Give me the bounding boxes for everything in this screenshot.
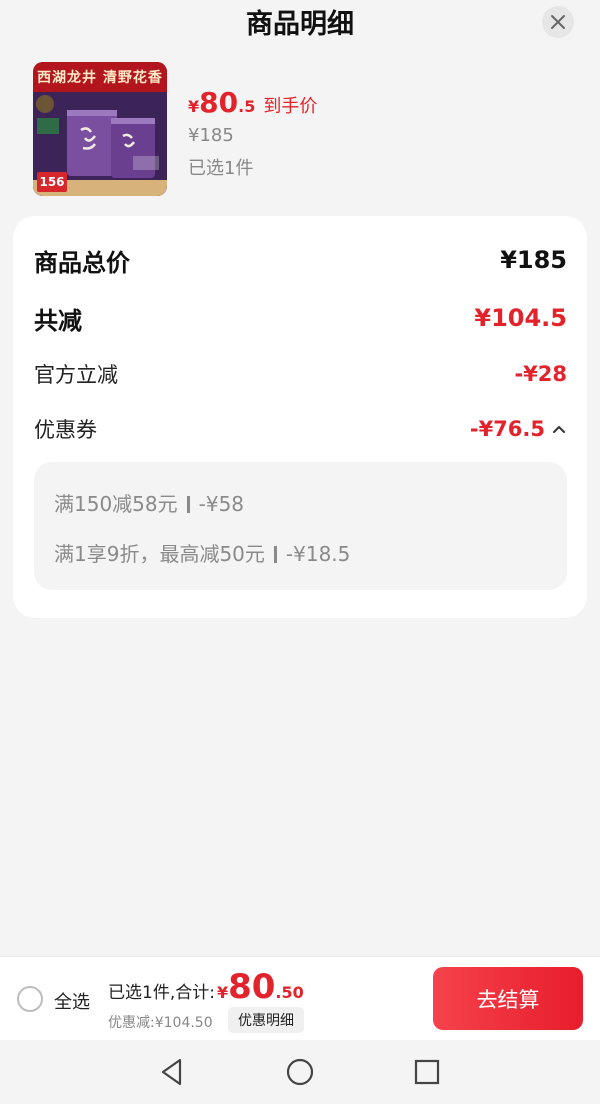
coupon-value: -¥76.5 — [469, 417, 545, 441]
order-summary: 已选1件,合计: ¥ 80 .50 — [108, 967, 304, 1007]
discount-detail-button[interactable]: 优惠明细 — [228, 1007, 304, 1033]
reduce-row: 共减 ¥104.5 — [34, 298, 567, 338]
sum-integer: 80 — [228, 967, 276, 1007]
coupon-amount: -¥18.5 — [285, 542, 351, 566]
home-button[interactable] — [284, 1056, 316, 1088]
coupon-rule: 满150减58元 — [54, 492, 178, 516]
recents-square-icon — [414, 1059, 440, 1085]
coupon-amount: -¥58 — [198, 492, 245, 516]
product-thumbnail[interactable]: 西湖龙井 清野花香 156 — [33, 62, 167, 196]
product-thumb-banner: 西湖龙井 清野花香 — [33, 62, 167, 92]
product-thumb-tag: 156 — [37, 172, 67, 192]
price-symbol: ¥ — [188, 97, 200, 116]
page-title: 商品明细 — [246, 9, 354, 40]
price-decimal: .5 — [238, 97, 256, 116]
coupon-row[interactable]: 优惠券 -¥76.5 — [34, 411, 567, 447]
select-all-checkbox[interactable] — [17, 986, 43, 1012]
price-integer: 80 — [199, 86, 239, 119]
total-row: 商品总价 ¥185 — [34, 240, 567, 280]
close-button[interactable] — [542, 6, 574, 38]
header: 商品明细 — [0, 0, 600, 44]
reduce-label: 共减 — [34, 306, 82, 335]
home-circle-icon — [286, 1058, 314, 1086]
coupon-label: 优惠券 — [34, 418, 97, 442]
coupon-line: 满1享9折，最高减50元 -¥18.5 — [54, 538, 350, 567]
system-nav-bar — [0, 1040, 600, 1104]
coupon-rule: 满1享9折，最高减50元 — [54, 542, 265, 566]
summary-text: 已选1件,合计: — [108, 983, 215, 1003]
price-detail-card: 商品总价 ¥185 共减 ¥104.5 官方立减 -¥28 优惠券 -¥76.5… — [13, 216, 587, 618]
checkout-button[interactable]: 去结算 — [433, 967, 583, 1030]
official-discount-row: 官方立减 -¥28 — [34, 356, 567, 392]
deal-price: ¥ 80 .5 到手价 — [188, 86, 317, 119]
price-tag-label: 到手价 — [263, 96, 318, 117]
back-button[interactable] — [156, 1056, 188, 1088]
select-all-label[interactable]: 全选 — [54, 988, 90, 1014]
coupon-breakdown: 满150减58元 -¥58 满1享9折，最高减50元 -¥18.5 — [34, 462, 567, 590]
divider — [186, 496, 190, 513]
back-triangle-icon — [161, 1058, 182, 1086]
close-icon — [551, 15, 565, 29]
discount-summary: 优惠减:¥104.50 — [108, 1015, 213, 1031]
official-discount-value: -¥28 — [514, 362, 567, 386]
coupon-line: 满150减58元 -¥58 — [54, 488, 244, 517]
sum-symbol: ¥ — [216, 983, 229, 1002]
original-price: ¥185 — [188, 125, 234, 146]
checkout-bar: 全选 已选1件,合计: ¥ 80 .50 优惠减:¥104.50 优惠明细 去结… — [0, 956, 600, 1040]
total-label: 商品总价 — [34, 248, 130, 277]
divider — [273, 546, 277, 563]
recents-button[interactable] — [411, 1056, 443, 1088]
total-value: ¥185 — [500, 246, 567, 274]
sum-decimal: .50 — [275, 983, 304, 1002]
selected-count: 已选1件 — [188, 158, 254, 179]
official-discount-label: 官方立减 — [34, 363, 118, 387]
reduce-value: ¥104.5 — [474, 304, 567, 332]
chevron-up-icon[interactable] — [551, 421, 567, 437]
